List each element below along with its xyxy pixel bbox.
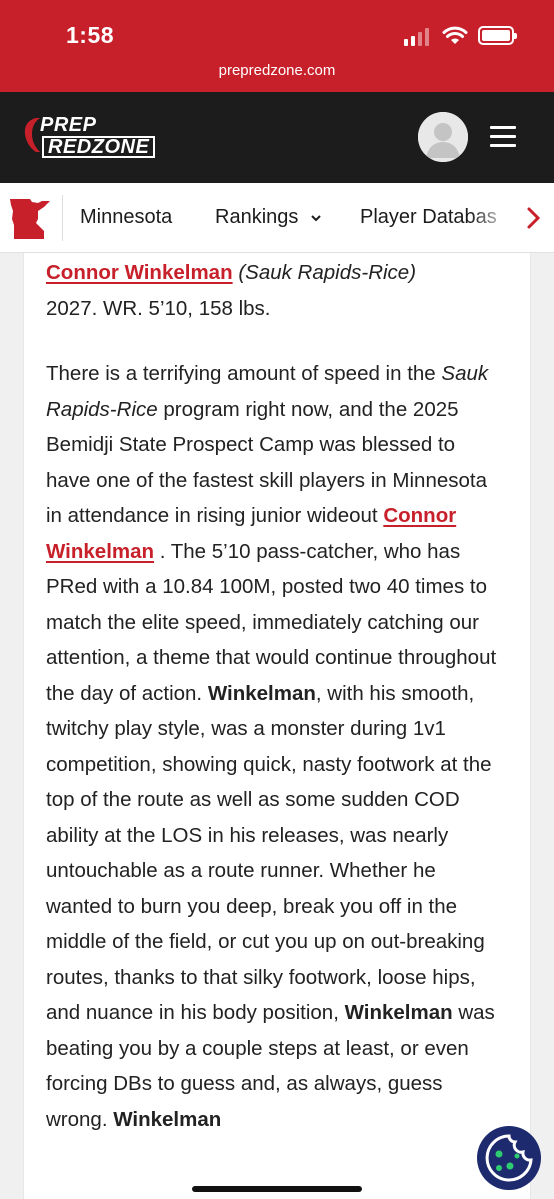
state-nav: Minnesota Rankings Player Databas (0, 183, 554, 253)
minnesota-state-icon[interactable] (8, 195, 52, 241)
cookie-icon (485, 1134, 533, 1182)
hamburger-menu-icon[interactable] (490, 126, 516, 148)
body-text-1: There is a terrifying amount of speed in… (46, 362, 442, 385)
home-indicator (192, 1186, 362, 1192)
cellular-signal-icon (404, 28, 429, 46)
player-name-bold: Winkelman (113, 1107, 222, 1131)
battery-icon (478, 26, 517, 45)
status-bar: 1:58 prepredzone.com (0, 0, 554, 92)
chevron-right-icon[interactable] (523, 203, 545, 233)
logo-text-prep: PREP (40, 114, 97, 136)
nav-fade (470, 183, 514, 252)
player-name-bold: Winkelman (344, 1001, 453, 1024)
nav-item-rankings[interactable]: Rankings (215, 206, 322, 229)
player-details: 2027. WR. 5’10, 158 lbs. (46, 296, 271, 320)
player-name-bold: Winkelman (207, 681, 316, 705)
nav-divider (62, 195, 63, 241)
player-intro: Connor Winkelman (Sauk Rapids-Rice) 2027… (46, 255, 502, 326)
body-text-3: . The 5’10 pass-catcher, who has PRed wi… (46, 539, 497, 705)
article-paragraph: There is a terrifying amount of speed in… (46, 356, 502, 1137)
url-bar[interactable]: prepredzone.com (0, 62, 554, 79)
site-header: PREP REDZONE (0, 92, 554, 183)
site-logo[interactable]: PREP REDZONE (22, 114, 156, 160)
status-time: 1:58 (66, 22, 115, 48)
cookie-settings-button[interactable] (477, 1126, 541, 1190)
wifi-icon (442, 26, 468, 44)
nav-item-minnesota[interactable]: Minnesota (80, 206, 172, 229)
user-avatar-icon[interactable] (418, 112, 468, 162)
nav-item-rankings-label: Rankings (215, 206, 299, 228)
player-link[interactable]: Connor Winkelman (46, 261, 233, 284)
article-body: Connor Winkelman (Sauk Rapids-Rice) 2027… (46, 255, 502, 1167)
avatar-silhouette-icon (418, 112, 468, 162)
body-text-4: , with his smooth, twitchy play style, w… (46, 681, 492, 1025)
player-school: (Sauk Rapids-Rice) (238, 261, 417, 284)
chevron-down-icon (311, 215, 321, 222)
logo-text-redzone: REDZONE (42, 136, 156, 158)
